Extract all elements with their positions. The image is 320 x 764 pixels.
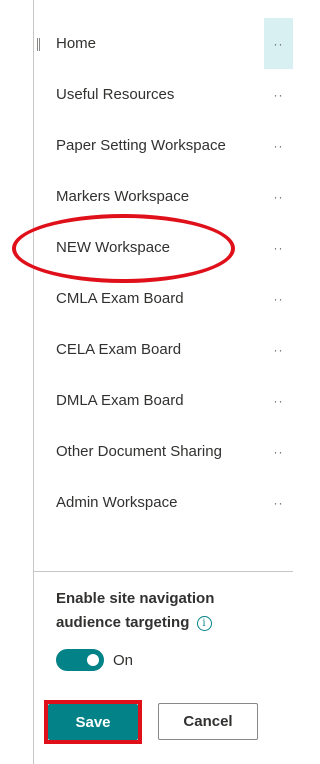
more-options-icon[interactable]: ·· — [264, 18, 293, 69]
nav-item-label: NEW Workspace — [56, 239, 170, 256]
nav-item-label: CELA Exam Board — [56, 341, 182, 358]
nav-item-useful-resources[interactable]: Useful Resources ·· — [34, 69, 293, 120]
more-options-icon[interactable]: ·· — [264, 171, 293, 222]
save-button[interactable]: Save — [48, 704, 138, 740]
nav-item-other-document-sharing[interactable]: Other Document Sharing ·· — [34, 426, 293, 477]
more-options-icon[interactable]: ·· — [264, 120, 293, 171]
audience-targeting-text: Enable site navigation audience targetin… — [56, 590, 215, 631]
toggle-state-label: On — [113, 651, 134, 669]
more-options-icon[interactable]: ·· — [264, 375, 293, 426]
nav-item-paper-setting-workspace[interactable]: Paper Setting Workspace ·· — [34, 120, 293, 171]
cancel-button[interactable]: Cancel — [158, 703, 258, 740]
nav-item-cela-exam-board[interactable]: CELA Exam Board ·· — [34, 324, 293, 375]
nav-item-label: CMLA Exam Board — [56, 290, 184, 307]
info-icon[interactable]: i — [196, 615, 212, 631]
nav-list: Home ·· Useful Resources ·· Paper Settin… — [34, 18, 293, 528]
nav-item-label: Home — [56, 35, 97, 52]
nav-item-admin-workspace[interactable]: Admin Workspace ·· — [34, 477, 293, 528]
divider — [34, 571, 293, 572]
audience-targeting-toggle-row: On — [56, 649, 133, 671]
more-options-icon[interactable]: ·· — [264, 477, 293, 528]
more-options-icon[interactable]: ·· — [264, 273, 293, 324]
nav-item-label: DMLA Exam Board — [56, 392, 184, 409]
more-options-icon[interactable]: ·· — [264, 426, 293, 477]
nav-item-dmla-exam-board[interactable]: DMLA Exam Board ·· — [34, 375, 293, 426]
navigation-edit-panel: Home ·· Useful Resources ·· Paper Settin… — [0, 0, 293, 764]
toggle-knob — [87, 654, 99, 666]
nav-item-markers-workspace[interactable]: Markers Workspace ·· — [34, 171, 293, 222]
nav-item-new-workspace[interactable]: NEW Workspace ·· — [34, 222, 293, 273]
nav-item-home[interactable]: Home ·· — [34, 18, 293, 69]
nav-item-label: Admin Workspace — [56, 494, 178, 511]
nav-item-cmla-exam-board[interactable]: CMLA Exam Board ·· — [34, 273, 293, 324]
nav-item-label: Paper Setting Workspace — [56, 137, 226, 154]
nav-item-label: Other Document Sharing — [56, 443, 222, 460]
drag-handle-icon[interactable] — [37, 38, 42, 51]
nav-item-label: Useful Resources — [56, 86, 175, 103]
audience-targeting-toggle[interactable] — [56, 649, 104, 671]
audience-targeting-label: Enable site navigation audience targetin… — [56, 587, 276, 635]
nav-item-label: Markers Workspace — [56, 188, 190, 205]
more-options-icon[interactable]: ·· — [264, 222, 293, 273]
more-options-icon[interactable]: ·· — [264, 69, 293, 120]
more-options-icon[interactable]: ·· — [264, 324, 293, 375]
